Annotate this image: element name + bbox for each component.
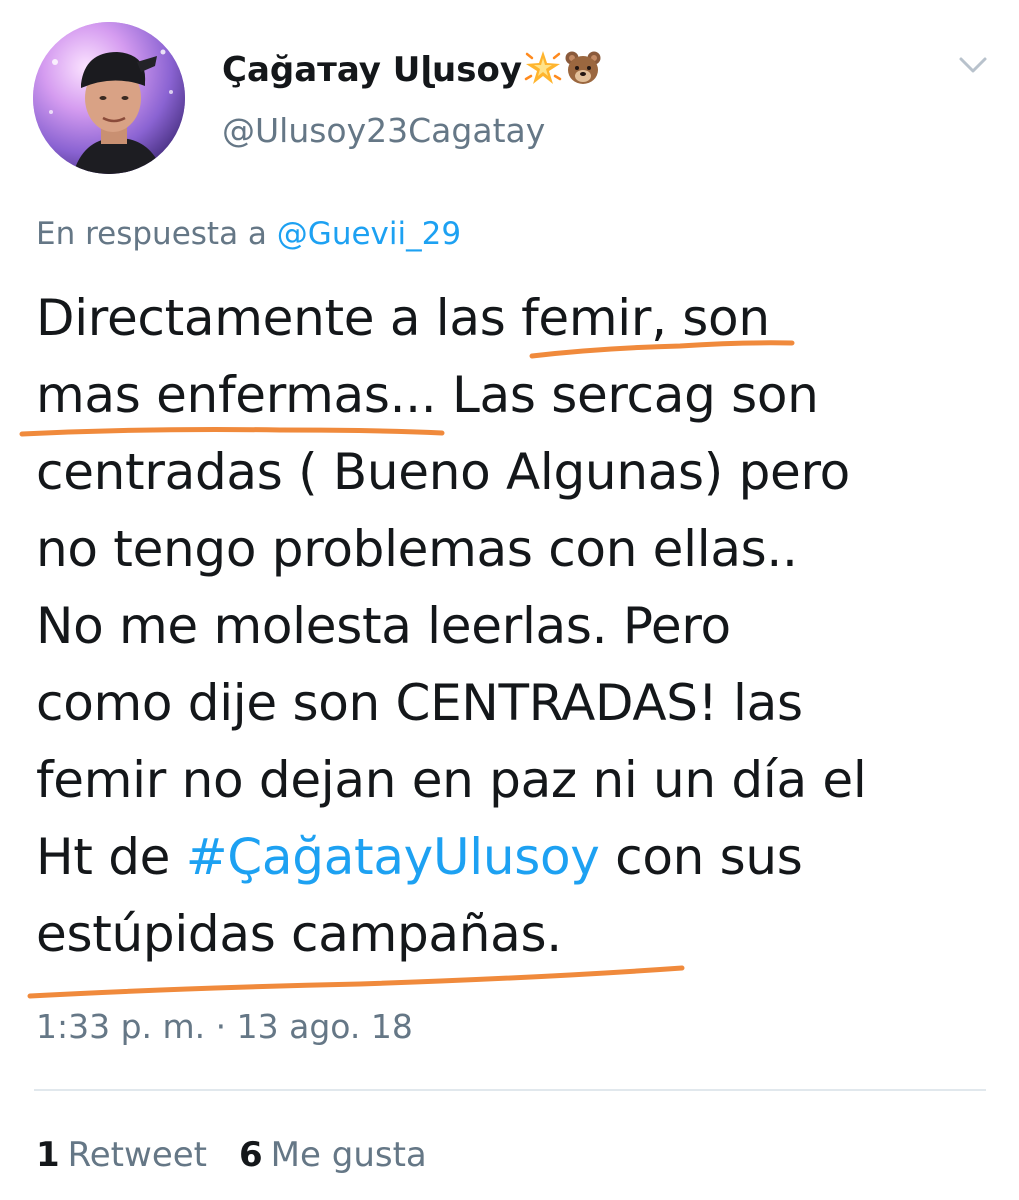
retweet-count[interactable]: 1 Retweet	[36, 1135, 207, 1175]
reply-mention-link[interactable]: @Guevii_29	[277, 216, 461, 252]
like-label: Me gusta	[270, 1135, 427, 1175]
text-segment: mas enfermas... Las sercag son	[36, 366, 819, 424]
tweet-stats: 1 Retweet 6 Me gusta	[36, 1133, 459, 1177]
like-count[interactable]: 6 Me gusta	[239, 1135, 427, 1175]
retweet-count-number: 1	[36, 1135, 60, 1175]
tweet-text-line: Directamente a las femir, son	[36, 280, 996, 357]
avatar-photo	[33, 22, 185, 174]
text-segment: No me molesta leerlas. Pero	[36, 597, 731, 655]
text-segment: femir no dejan en paz ni un día el	[36, 751, 867, 809]
like-count-number: 6	[239, 1135, 263, 1175]
hashtag-link[interactable]: #ÇağatayUlusoy	[186, 828, 600, 886]
user-handle[interactable]: @Ulusoy23Cagatay	[222, 110, 545, 152]
reply-prefix: En respuesta a	[36, 216, 267, 252]
bear-face-icon	[565, 51, 601, 84]
text-segment: como dije son CENTRADAS! las	[36, 674, 803, 732]
display-name-text: Çağaтay Uɭusoy	[222, 50, 523, 90]
divider	[34, 1089, 986, 1091]
text-segment: con sus	[599, 828, 803, 886]
tweet-timestamp[interactable]: 1:33 p. m. · 13 ago. 18	[36, 1005, 413, 1049]
chevron-down-icon[interactable]	[956, 52, 990, 78]
tweet-text-line: como dije son CENTRADAS! las	[36, 665, 996, 742]
tweet-text-line: no tengo problemas con ellas..	[36, 511, 996, 588]
reply-context: En respuesta a @Guevii_29	[36, 212, 461, 256]
text-segment: centradas ( Bueno Algunas) pero	[36, 443, 850, 501]
tweet-text-line: femir no dejan en paz ni un día el	[36, 742, 996, 819]
text-segment: estúpidas campañas.	[36, 905, 562, 963]
tweet-text-line: centradas ( Bueno Algunas) pero	[36, 434, 996, 511]
tweet-text-line: No me molesta leerlas. Pero	[36, 588, 996, 665]
display-name[interactable]: Çağaтay Uɭusoy	[222, 48, 602, 92]
retweet-label: Retweet	[67, 1135, 207, 1175]
tweet-text-line: estúpidas campañas.	[36, 896, 996, 973]
tweet-text: Directamente a las femir, son mas enferm…	[36, 280, 996, 973]
tweet-text-line: Ht de #ÇağatayUlusoy con sus	[36, 819, 996, 896]
tweet-card: Çağaтay Uɭusoy @Ulusoy23Cagatay En respu…	[0, 0, 1019, 1200]
text-segment: Ht de	[36, 828, 186, 886]
text-segment: Directamente a las femir, son	[36, 289, 770, 347]
sparkle-star-icon	[524, 51, 562, 84]
tweet-text-line: mas enfermas... Las sercag son	[36, 357, 996, 434]
avatar[interactable]	[33, 22, 185, 174]
text-segment: no tengo problemas con ellas..	[36, 520, 798, 578]
